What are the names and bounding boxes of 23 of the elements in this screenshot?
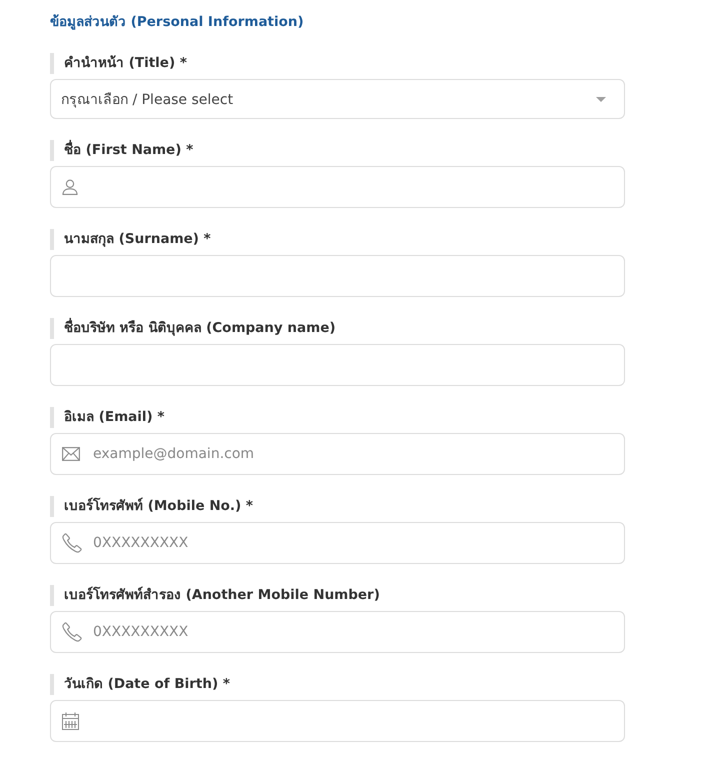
dropdown-select[interactable]: กรุณาเลือก / Please select bbox=[50, 79, 625, 119]
person-icon bbox=[62, 179, 78, 195]
phone-icon bbox=[62, 622, 82, 642]
phone-field[interactable]: 0XXXXXXXXX bbox=[50, 611, 625, 653]
text-field[interactable] bbox=[50, 344, 625, 386]
phone-icon bbox=[62, 533, 82, 553]
envelope-icon bbox=[62, 447, 80, 461]
text-field[interactable] bbox=[50, 255, 625, 297]
field-label: นามสกุล (Surname) * bbox=[50, 229, 625, 250]
field-label: คำนำหน้า (Title) * bbox=[50, 53, 625, 74]
field-label: อิเมล (Email) * bbox=[50, 407, 625, 428]
caret-icon bbox=[596, 96, 606, 102]
email-field[interactable]: example@domain.com bbox=[50, 433, 625, 475]
phone-field[interactable]: 0XXXXXXXXX bbox=[50, 522, 625, 564]
field-label: เบอร์โทรศัพท์ (Mobile No.) * bbox=[50, 496, 625, 517]
name-field[interactable] bbox=[50, 166, 625, 208]
field-label: เบอร์โทรศัพท์สำรอง (Another Mobile Number) bbox=[50, 585, 625, 606]
date-field[interactable] bbox=[50, 700, 625, 742]
calendar-icon bbox=[62, 712, 79, 730]
section-heading: ข้อมูลส่วนตัว (Personal Information) bbox=[50, 13, 305, 32]
field-label: ชื่อบริษัท หรือ นิติบุคคล (Company name) bbox=[50, 318, 625, 339]
field-label: วันเกิด (Date of Birth) * bbox=[50, 674, 625, 695]
field-label: ชื่อ (First Name) * bbox=[50, 140, 625, 161]
